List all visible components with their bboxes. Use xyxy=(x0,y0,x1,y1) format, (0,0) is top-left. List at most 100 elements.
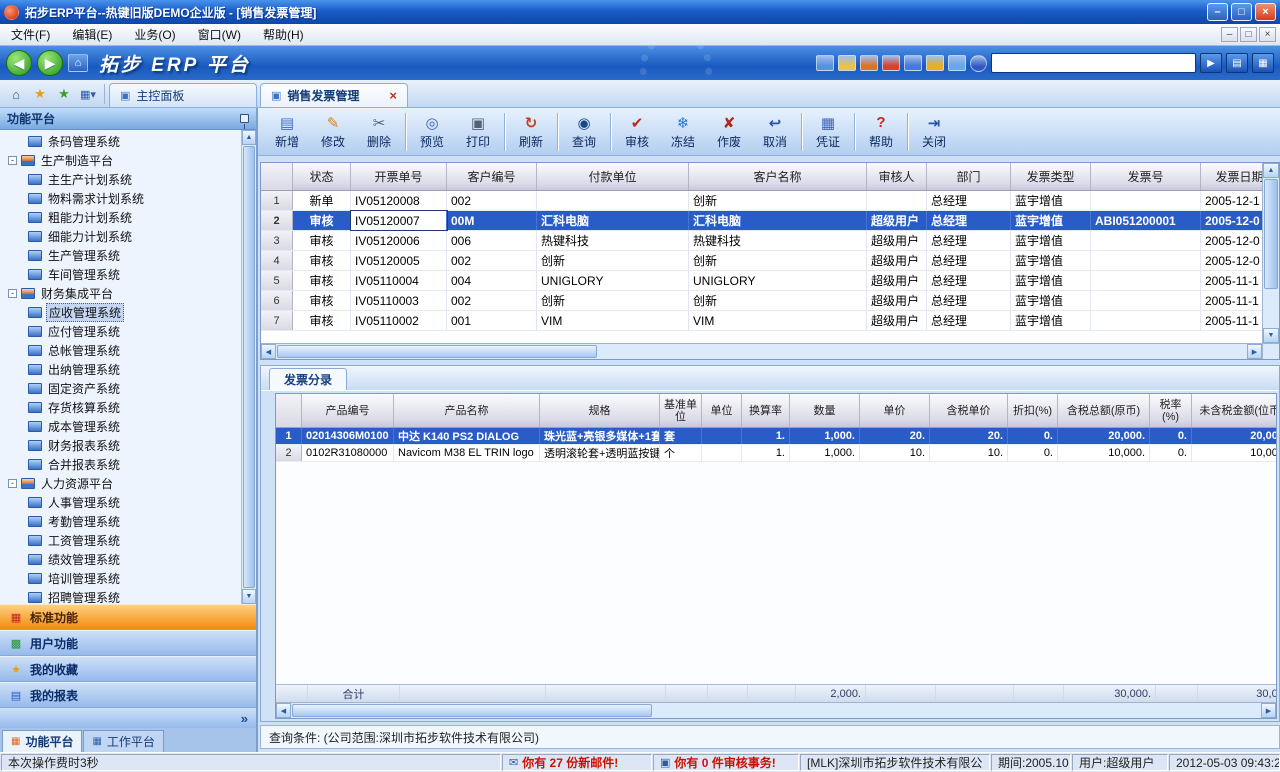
tree-item[interactable]: 绩效管理系统 xyxy=(0,550,241,569)
table-icon[interactable] xyxy=(904,55,922,71)
tree-item[interactable]: 主生产计划系统 xyxy=(0,170,241,189)
tree-item[interactable]: 物料需求计划系统 xyxy=(0,189,241,208)
tree-item[interactable]: 条码管理系统 xyxy=(0,132,241,151)
scroll-left-icon[interactable]: ◀ xyxy=(261,344,276,359)
action-voucher[interactable]: ▦凭证 xyxy=(805,110,851,154)
column-header-客户编号[interactable]: 客户编号 xyxy=(447,163,537,190)
detail-row[interactable]: 102014306M0100中达 K140 PS2 DIALOG珠光蓝+亮银多媒… xyxy=(276,428,1276,445)
mdi-minimize-button[interactable]: – xyxy=(1221,27,1238,42)
panel-用户功能[interactable]: ▩用户功能 xyxy=(0,630,256,656)
quick-nav-button[interactable]: ⌂ xyxy=(68,54,88,72)
close-button[interactable]: × xyxy=(1255,3,1276,21)
mdi-close-button[interactable]: × xyxy=(1259,27,1276,42)
invoice-row[interactable]: 5审核IV05110004004UNIGLORYUNIGLORY超级用户总经理蓝… xyxy=(261,271,1262,291)
column-header-状态[interactable]: 状态 xyxy=(293,163,351,190)
hscroll-thumb[interactable] xyxy=(277,345,597,358)
tree-item[interactable]: 固定资产系统 xyxy=(0,379,241,398)
invoice-row[interactable]: 2审核IV0512000700M汇科电脑汇科电脑超级用户总经理蓝宇增值ABI05… xyxy=(261,211,1262,231)
action-preview[interactable]: ◎预览 xyxy=(409,110,455,154)
form-icon[interactable] xyxy=(838,55,856,71)
calendar-icon[interactable] xyxy=(948,55,966,71)
column-header-部门[interactable]: 部门 xyxy=(927,163,1011,190)
column-header-单价[interactable]: 单价 xyxy=(860,394,930,427)
column-header-数量[interactable]: 数量 xyxy=(790,394,860,427)
tree-item[interactable]: 总帐管理系统 xyxy=(0,341,241,360)
tab-销售发票管理[interactable]: ▣销售发票管理× xyxy=(260,83,408,107)
detail-row[interactable]: 20102R31080000Navicom M38 EL TRIN logo透明… xyxy=(276,445,1276,462)
tree-item[interactable]: 生产管理系统 xyxy=(0,246,241,265)
tree-item[interactable]: 培训管理系统 xyxy=(0,569,241,588)
action-help[interactable]: ?帮助 xyxy=(858,110,904,154)
action-void[interactable]: ✘作废 xyxy=(706,110,752,154)
hscroll-thumb[interactable] xyxy=(292,704,652,717)
invoice-row[interactable]: 1新单IV05120008002创新总经理蓝宇增值2005-12-1 xyxy=(261,191,1262,211)
tree-item[interactable]: 财务报表系统 xyxy=(0,436,241,455)
column-header-含税单价[interactable]: 含税单价 xyxy=(930,394,1008,427)
tree-item[interactable]: 成本管理系统 xyxy=(0,417,241,436)
tab-close-icon[interactable]: × xyxy=(389,88,397,103)
action-new-doc[interactable]: ▤新增 xyxy=(264,110,310,154)
invoice-row[interactable]: 7审核IV05110002001VIMVIM超级用户总经理蓝宇增值2005-11… xyxy=(261,311,1262,331)
action-cancel[interactable]: ↩取消 xyxy=(752,110,798,154)
scroll-right-icon[interactable]: ▶ xyxy=(1247,344,1262,359)
menu-item[interactable]: 帮助(H) xyxy=(252,23,315,46)
invoice-row[interactable]: 3审核IV05120006006热键科技热键科技超级用户总经理蓝宇增值2005-… xyxy=(261,231,1262,251)
tree-item[interactable]: 考勤管理系统 xyxy=(0,512,241,531)
tree-item[interactable]: 细能力计划系统 xyxy=(0,227,241,246)
scroll-up-icon[interactable]: ▲ xyxy=(242,130,256,145)
tree-item[interactable]: 存货核算系统 xyxy=(0,398,241,417)
action-delete[interactable]: ✂删除 xyxy=(356,110,402,154)
nav-extra-button-1[interactable]: ▤ xyxy=(1226,53,1248,73)
column-header-未含税金额(位币)[interactable]: 未含税金额(位币) xyxy=(1192,394,1277,427)
orgchart-icon[interactable] xyxy=(882,55,900,71)
collapse-icon[interactable]: - xyxy=(8,479,17,488)
invoice-row[interactable]: 6审核IV05110003002创新创新超级用户总经理蓝宇增值2005-11-1 xyxy=(261,291,1262,311)
tree-item[interactable]: 车间管理系统 xyxy=(0,265,241,284)
add-favorite-icon[interactable]: ★ xyxy=(53,83,75,105)
invoice-row[interactable]: 4审核IV05120005002创新创新超级用户总经理蓝宇增值2005-12-0 xyxy=(261,251,1262,271)
collapse-icon[interactable]: - xyxy=(8,156,17,165)
detail-grid-hscrollbar[interactable]: ◀ ▶ xyxy=(276,703,1276,718)
tree-item[interactable]: 应付管理系统 xyxy=(0,322,241,341)
tree-item[interactable]: 粗能力计划系统 xyxy=(0,208,241,227)
favorites-icon[interactable]: ★ xyxy=(29,83,51,105)
search-go-button[interactable]: ▶ xyxy=(1200,53,1222,73)
panel-标准功能[interactable]: ▦标准功能 xyxy=(0,604,256,630)
action-close[interactable]: ⇥关闭 xyxy=(911,110,957,154)
menu-item[interactable]: 业务(O) xyxy=(123,23,186,46)
panel-我的报表[interactable]: ▤我的报表 xyxy=(0,682,256,708)
invoice-grid-vscrollbar[interactable]: ▲ ▼ xyxy=(1262,163,1279,343)
action-freeze[interactable]: ❄冻结 xyxy=(660,110,706,154)
status-mail[interactable]: ✉ 你有 27 份新邮件! xyxy=(502,754,652,771)
global-search-input[interactable] xyxy=(991,53,1196,73)
badge-icon[interactable] xyxy=(926,55,944,71)
book-icon[interactable] xyxy=(860,55,878,71)
row-selector-header[interactable] xyxy=(261,163,293,190)
scroll-down-icon[interactable]: ▼ xyxy=(1263,328,1279,343)
tab-invoice-entries[interactable]: 发票分录 xyxy=(269,368,347,390)
home-icon[interactable]: ⌂ xyxy=(5,83,27,105)
tree-item[interactable]: 人事管理系统 xyxy=(0,493,241,512)
scroll-right-icon[interactable]: ▶ xyxy=(1261,703,1276,718)
column-header-审核人[interactable]: 审核人 xyxy=(867,163,927,190)
vscroll-thumb[interactable] xyxy=(1264,179,1278,289)
scroll-up-icon[interactable]: ▲ xyxy=(1263,163,1279,178)
tree-item[interactable]: 合并报表系统 xyxy=(0,455,241,474)
tree-item[interactable]: 应收管理系统 xyxy=(0,303,241,322)
action-refresh[interactable]: ↻刷新 xyxy=(508,110,554,154)
tree-item[interactable]: 招聘管理系统 xyxy=(0,588,241,604)
sidebar-overflow-chevron[interactable]: » xyxy=(0,708,256,728)
status-audit[interactable]: ▣ 你有 0 件审核事务! xyxy=(653,754,799,771)
column-header-产品编号[interactable]: 产品编号 xyxy=(302,394,394,427)
menu-item[interactable]: 窗口(W) xyxy=(187,23,252,46)
restore-button[interactable]: □ xyxy=(1231,3,1252,21)
column-header-换算率[interactable]: 换算率 xyxy=(742,394,790,427)
row-selector-header[interactable] xyxy=(276,394,302,427)
scroll-left-icon[interactable]: ◀ xyxy=(276,703,291,718)
clock-icon[interactable] xyxy=(970,55,987,72)
column-header-基准单位[interactable]: 基准单位 xyxy=(660,394,702,427)
column-header-付款单位[interactable]: 付款单位 xyxy=(537,163,689,190)
sidebar-tab-工作平台[interactable]: ▦工作平台 xyxy=(83,730,163,752)
scroll-down-icon[interactable]: ▼ xyxy=(242,589,256,604)
nav-extra-button-2[interactable]: ▦ xyxy=(1252,53,1274,73)
